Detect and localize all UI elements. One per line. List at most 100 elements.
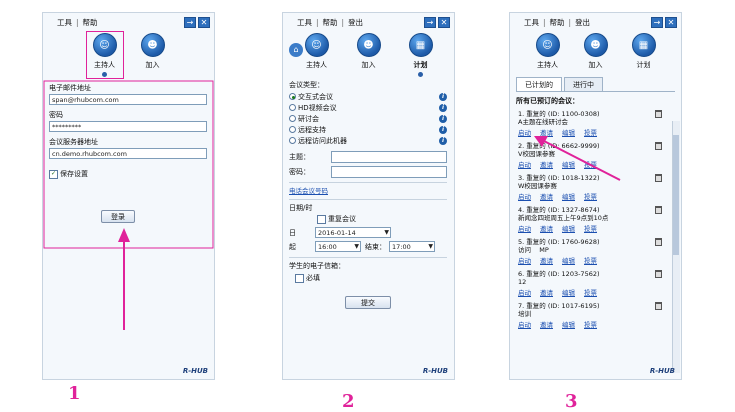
radio[interactable] [289,93,296,100]
menu-tools[interactable]: 工具 [524,17,539,28]
start-link[interactable]: 启动 [518,127,531,137]
vote-link[interactable]: 投票 [584,287,597,297]
info-icon[interactable]: i [439,103,447,112]
invite-link[interactable]: 邀请 [540,159,553,169]
radio[interactable] [289,137,296,144]
menu-logout[interactable]: 登出 [575,17,590,28]
vote-link[interactable]: 投票 [584,255,597,265]
step-number-1: 1 [68,383,81,404]
trash-icon[interactable] [655,174,662,182]
invite-link[interactable]: 邀请 [540,287,553,297]
password-field[interactable] [331,165,447,178]
save-settings[interactable]: ✓ 保存设置 [49,169,207,179]
tab-in-progress[interactable]: 进行中 [564,77,603,91]
edit-link[interactable]: 编辑 [562,255,575,265]
scrollbar-thumb[interactable] [673,135,679,255]
edit-link[interactable]: 编辑 [562,159,575,169]
radio[interactable] [289,115,296,122]
edit-link[interactable]: 编辑 [562,127,575,137]
host-mode[interactable]: ☺ 主持人 [300,33,334,70]
trash-icon[interactable] [655,302,662,310]
password-field[interactable]: ********* [49,121,207,132]
meeting-type-option[interactable]: 远程访问此机器 i [289,135,447,146]
info-icon[interactable]: i [439,114,447,123]
scrollbar[interactable] [672,121,680,373]
schedule-mode[interactable]: ▦ 计划 [404,33,438,77]
trash-icon[interactable] [655,238,662,246]
end-time-select[interactable]: 17:00 ▼ [389,241,435,252]
arrow-icon[interactable]: → [424,16,436,28]
close-icon[interactable]: ✕ [438,16,450,28]
menu-bar: 工具 | 帮助 → ✕ [43,13,214,31]
info-icon[interactable]: i [439,92,447,101]
tab-scheduled[interactable]: 已计划的 [516,77,562,91]
join-mode[interactable]: ☻ 加入 [352,33,386,70]
topic-field[interactable] [331,150,447,163]
host-mode[interactable]: ☺ 主持人 [85,31,124,79]
host-mode[interactable]: ☺ 主持人 [531,33,565,70]
recurring-option[interactable]: 重复会议 [289,214,447,224]
radio[interactable] [289,104,296,111]
trash-icon[interactable] [655,142,662,150]
save-checkbox[interactable]: ✓ [49,169,58,179]
invite-link[interactable]: 邀请 [540,223,553,233]
join-mode[interactable]: ☻ 加入 [579,33,613,70]
trash-icon[interactable] [655,270,662,278]
password-label: 密码： [289,167,310,176]
submit-button[interactable]: 提交 [345,296,391,309]
server-field[interactable]: cn.demo.rhubcom.com [49,148,207,159]
invite-link[interactable]: 邀请 [540,319,553,329]
edit-link[interactable]: 编辑 [562,191,575,201]
vote-link[interactable]: 投票 [584,191,597,201]
invite-link[interactable]: 邀请 [540,127,553,137]
email-field[interactable]: span@rhubcom.com [49,94,207,105]
schedule-mode[interactable]: ▦ 计划 [627,33,661,70]
required-option[interactable]: 必填 [289,273,447,283]
home-icon[interactable]: ⌂ [289,43,303,57]
meeting-tabs: 已计划的 进行中 [516,77,675,92]
radio[interactable] [289,126,296,133]
meeting-type-option[interactable]: 远程支持 i [289,124,447,135]
arrow-icon[interactable]: → [184,16,196,28]
list-item: 2. 重复的 (ID: 6662-9999) V校园课参赛 启动 邀请 编辑 投… [514,140,668,172]
menu-help[interactable]: 帮助 [83,17,98,28]
start-link[interactable]: 启动 [518,255,531,265]
start-link[interactable]: 启动 [518,319,531,329]
start-link[interactable]: 启动 [518,191,531,201]
info-icon[interactable]: i [439,125,447,134]
meeting-type-option[interactable]: HD视频会议 i [289,102,447,113]
start-time-select[interactable]: 16:00 ▼ [315,241,361,252]
vote-link[interactable]: 投票 [584,223,597,233]
join-mode[interactable]: ☻ 加入 [136,33,170,70]
start-link[interactable]: 启动 [518,159,531,169]
trash-icon[interactable] [655,206,662,214]
menu-tools[interactable]: 工具 [57,17,72,28]
menu-help[interactable]: 帮助 [323,17,338,28]
info-icon[interactable]: i [439,136,447,145]
recurring-checkbox[interactable] [317,214,326,224]
meeting-type-option[interactable]: 交互式会议 i [289,91,447,102]
list-item: 6. 重复的 (ID: 1203-7562) 12 启动 邀请 编辑 投票 [514,268,668,300]
meeting-type-option[interactable]: 研讨会 i [289,113,447,124]
arrow-icon[interactable]: → [651,16,663,28]
phone-conference-link[interactable]: 电话会议号码 [289,187,328,195]
close-icon[interactable]: ✕ [665,16,677,28]
edit-link[interactable]: 编辑 [562,287,575,297]
vote-link[interactable]: 投票 [584,319,597,329]
required-checkbox[interactable] [295,273,304,283]
date-select[interactable]: 2016-01-14 ▼ [315,227,391,238]
close-icon[interactable]: ✕ [198,16,210,28]
invite-link[interactable]: 邀请 [540,191,553,201]
start-link[interactable]: 启动 [518,223,531,233]
edit-link[interactable]: 编辑 [562,223,575,233]
vote-link[interactable]: 投票 [584,159,597,169]
vote-link[interactable]: 投票 [584,127,597,137]
invite-link[interactable]: 邀请 [540,255,553,265]
menu-help[interactable]: 帮助 [550,17,565,28]
edit-link[interactable]: 编辑 [562,319,575,329]
menu-logout[interactable]: 登出 [348,17,363,28]
menu-tools[interactable]: 工具 [297,17,312,28]
start-link[interactable]: 启动 [518,287,531,297]
login-button[interactable]: 登录 [101,210,135,223]
trash-icon[interactable] [655,110,662,118]
